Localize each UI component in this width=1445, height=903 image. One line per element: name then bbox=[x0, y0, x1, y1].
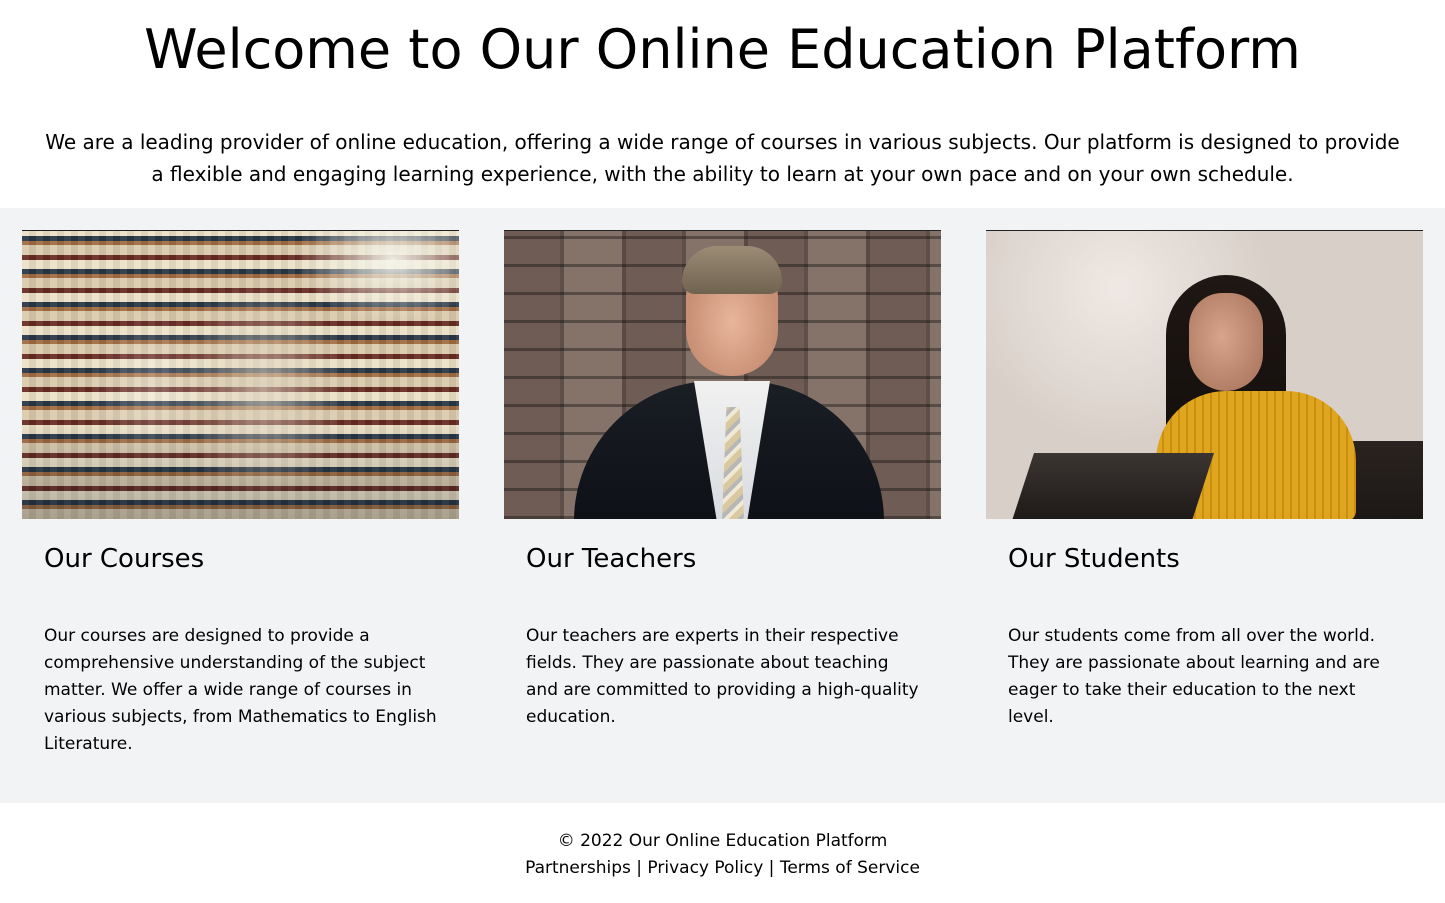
students-card: Our Students Our students come from all … bbox=[986, 230, 1423, 731]
link-separator: | bbox=[763, 858, 780, 878]
card-title: Our Teachers bbox=[526, 544, 697, 574]
card-title: Our Courses bbox=[44, 544, 205, 574]
card-title: Our Students bbox=[1008, 544, 1180, 574]
hero-header: Welcome to Our Online Education Platform… bbox=[0, 0, 1445, 208]
teacher-hair bbox=[682, 246, 782, 294]
student-with-laptop-image bbox=[986, 230, 1423, 519]
card-text: Our teachers are experts in their respec… bbox=[526, 626, 919, 727]
teachers-card: Our Teachers Our teachers are experts in… bbox=[504, 230, 941, 731]
copyright-text: © 2022 Our Online Education Platform bbox=[557, 831, 888, 851]
courses-card: Our Courses Our courses are designed to … bbox=[22, 230, 459, 758]
card-text: Our courses are designed to provide a co… bbox=[44, 626, 437, 754]
footer-links: Partnerships | Privacy Policy | Terms of… bbox=[0, 855, 1445, 882]
books-stacks-image bbox=[22, 230, 459, 519]
partnerships-link[interactable]: Partnerships bbox=[525, 858, 631, 878]
terms-of-service-link[interactable]: Terms of Service bbox=[780, 858, 920, 878]
laptop bbox=[1008, 453, 1214, 519]
footer: © 2022 Our Online Education Platform Par… bbox=[0, 803, 1445, 903]
hero-description: We are a leading provider of online educ… bbox=[45, 130, 1400, 186]
page-title: Welcome to Our Online Education Platform bbox=[144, 18, 1301, 81]
student-face bbox=[1189, 293, 1263, 391]
teacher-portrait-image bbox=[504, 230, 941, 519]
link-separator: | bbox=[630, 858, 648, 878]
features-section: Our Courses Our courses are designed to … bbox=[0, 208, 1445, 803]
card-text: Our students come from all over the worl… bbox=[1008, 626, 1380, 727]
privacy-policy-link[interactable]: Privacy Policy bbox=[647, 858, 763, 878]
